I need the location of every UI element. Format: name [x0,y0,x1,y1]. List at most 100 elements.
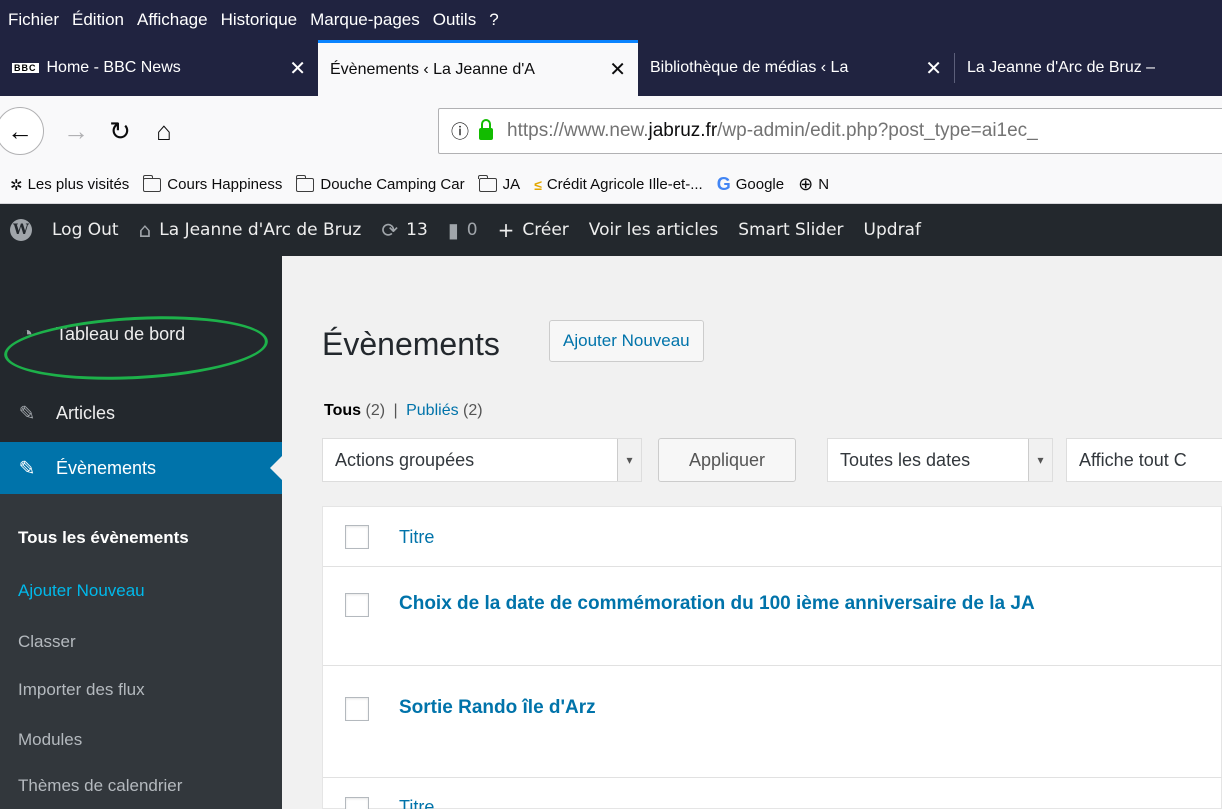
wp-admin-bar: W Log Out ⌂ La Jeanne d'Arc de Bruz ⟳ 13… [0,204,1222,256]
bookmark-douche-camping-car[interactable]: Douche Camping Car [295,174,465,193]
select-all-checkbox[interactable] [345,797,369,809]
close-tab-icon[interactable]: ✕ [601,57,626,82]
wordpress-logo-icon[interactable]: W [10,219,32,241]
row-divider [323,665,1222,666]
view-posts-link[interactable]: Voir les articles [589,220,718,240]
menu-affichage[interactable]: Affichage [137,10,208,30]
close-tab-icon[interactable]: ✕ [281,56,306,81]
url-prefix: https://www.new. [507,120,649,141]
sidebar-item-evenements[interactable]: ✎ Évènements [0,442,282,494]
select-all-checkbox[interactable] [345,525,369,549]
menu-outils[interactable]: Outils [433,10,476,30]
sidebar-item-label: Articles [56,402,116,423]
menu-marque-pages[interactable]: Marque-pages [310,10,420,30]
menu-fichier[interactable]: Fichier [8,10,59,30]
browser-menubar: Fichier Édition Affichage Historique Mar… [0,0,1222,40]
event-title-link[interactable]: Choix de la date de commémoration du 100… [399,593,1035,615]
wp-admin-sidebar: ◔ Tableau de bord ✎ Articles ✎ Évènement… [0,256,282,809]
folder-icon [478,174,497,192]
folder-icon [295,174,315,192]
bookmark-cours-happiness[interactable]: Cours Happiness [142,174,283,193]
bookmark-label: Cours Happiness [167,176,283,193]
category-filter-select[interactable]: Affiche tout C [1066,438,1222,482]
bookmark-most-visited[interactable]: ✲ Les plus visités [10,176,129,194]
logout-label: Log Out [52,220,119,240]
info-icon[interactable]: ⓘ [451,118,469,144]
submenu-classer[interactable]: Classer [18,632,76,652]
tab-label: Évènements ‹ La Jeanne d'A [330,60,535,78]
menu-edition[interactable]: Édition [72,10,124,30]
smart-slider-link[interactable]: Smart Slider [738,220,843,240]
chevron-down-icon: ▾ [617,439,641,481]
tab-bbc-news[interactable]: BBC Home - BBC News ✕ [0,40,318,96]
event-title-link[interactable]: Sortie Rando île d'Arz [399,697,596,719]
home-icon[interactable]: ⌂ [144,116,184,147]
folder-icon [142,174,162,192]
status-filter-links: Tous (2) | Publiés (2) [324,402,483,420]
logout-link[interactable]: Log Out [52,220,119,240]
site-name-label: La Jeanne d'Arc de Bruz [159,220,362,240]
address-bar[interactable]: ⓘ https://www.new. jabruz.fr/wp-admin/edi… [438,108,1222,154]
tab-jeanne-darc-bruz[interactable]: La Jeanne d'Arc de Bruz – [955,40,1222,96]
tab-label: La Jeanne d'Arc de Bruz – [967,59,1156,76]
bookmark-label: Google [735,176,785,193]
row-checkbox[interactable] [345,593,369,617]
submenu-add-new[interactable]: Ajouter Nouveau [18,581,145,601]
events-table: Titre Choix de la date de commémoration … [322,506,1222,809]
tab-label: Bibliothèque de médias ‹ La [650,59,849,76]
row-checkbox[interactable] [345,697,369,721]
reload-icon[interactable]: ↻ [100,116,140,147]
url-domain: jabruz.fr [648,120,718,141]
submenu-modules[interactable]: Modules [18,730,82,750]
column-title-header[interactable]: Titre [399,527,434,548]
wp-main-content: Évènements Ajouter Nouveau Tous (2) | Pu… [282,256,1222,809]
submenu-import-feeds[interactable]: Importer des flux [18,680,145,700]
tab-label: Home - BBC News [46,59,181,76]
bookmark-label: N [818,176,830,193]
lock-icon [479,119,493,140]
back-arrow-icon[interactable]: ← [0,107,44,155]
tab-bibliotheque-medias[interactable]: Bibliothèque de médias ‹ La ✕ [638,40,954,96]
gear-icon: ✲ [10,176,23,194]
apply-button[interactable]: Appliquer [658,438,796,482]
filter-published[interactable]: Publiés [406,402,458,419]
page-title: Évènements [322,326,500,362]
sidebar-item-articles[interactable]: ✎ Articles [0,387,282,439]
site-name-link[interactable]: ⌂ La Jeanne d'Arc de Bruz [139,218,362,242]
menu-help[interactable]: ? [489,10,498,30]
date-filter-select[interactable]: Toutes les dates ▾ [827,438,1053,482]
create-new-link[interactable]: + Créer [498,218,569,242]
filter-all-count: (2) [365,402,386,419]
bookmark-google[interactable]: G Google [717,174,784,195]
filter-published-count: (2) [463,402,483,419]
bulk-actions-select[interactable]: Actions groupées ▾ [322,438,642,482]
sidebar-item-dashboard[interactable]: ◔ Tableau de bord [0,308,282,360]
filter-all[interactable]: Tous [324,402,361,419]
category-filter-value: Affiche tout C [1079,449,1187,470]
updates-icon: ⟳ [381,218,399,242]
bookmark-credit-agricole[interactable]: ≤ Crédit Agricole Ille-et-... [534,176,703,193]
submenu-calendar-themes[interactable]: Thèmes de calendrier [18,776,182,796]
comments-count: 0 [466,220,478,240]
updraft-link[interactable]: Updraf [864,220,921,240]
submenu-all-events[interactable]: Tous les évènements [18,528,189,548]
google-icon: G [716,174,731,194]
sidebar-item-label: Évènements [56,457,157,478]
add-new-button[interactable]: Ajouter Nouveau [549,320,704,362]
bookmark-label: Douche Camping Car [320,176,465,193]
navigation-toolbar: ← → ↻ ⌂ ⓘ https://www.new. jabruz.fr/wp-a… [0,96,1222,166]
bookmark-ja[interactable]: JA [478,174,520,193]
bookmark-label: Les plus visités [27,176,130,193]
menu-historique[interactable]: Historique [221,10,298,30]
dashboard-icon: ◔ [20,322,34,345]
forward-arrow-icon[interactable]: → [56,116,96,147]
updates-link[interactable]: ⟳ 13 [381,218,427,242]
close-tab-icon[interactable]: ✕ [917,56,942,81]
comments-link[interactable]: ▮ 0 [448,218,478,242]
tab-bar: BBC Home - BBC News ✕ Évènements ‹ La Je… [0,40,1222,96]
column-title-footer[interactable]: Titre [399,797,434,809]
bookmark-n[interactable]: ⊕ N [798,174,829,195]
tab-evenements[interactable]: Évènements ‹ La Jeanne d'A ✕ [318,40,638,96]
table-header: Titre [323,507,1222,567]
updraft-label: Updraf [863,220,921,240]
